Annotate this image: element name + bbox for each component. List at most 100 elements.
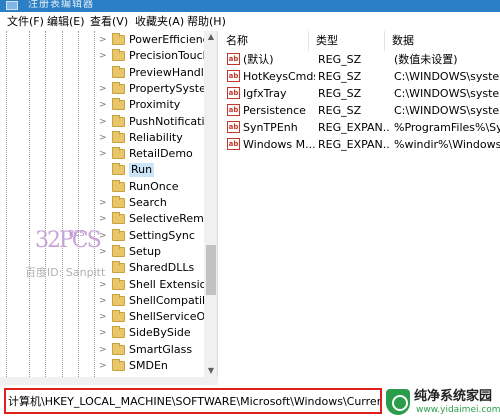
menu-favorites[interactable]: 收藏夹(A)	[135, 15, 184, 28]
folder-icon	[112, 359, 125, 371]
chevron-right-icon[interactable]: >	[99, 359, 109, 373]
tree-item-label: Run	[129, 163, 155, 178]
value-name: SynTPEnh	[243, 121, 298, 134]
tree-item-label: SmartGlass	[129, 342, 193, 356]
tree-item[interactable]: > PrecisionTouchP	[99, 48, 216, 64]
tree-item[interactable]: > SMDEn	[99, 358, 209, 374]
tree-guide-line	[45, 31, 46, 377]
column-header-type[interactable]: 类型	[309, 31, 385, 51]
shield-icon	[386, 389, 410, 415]
tree-item[interactable]: > SmartGlass	[99, 342, 209, 358]
tree-item[interactable]: Run	[99, 162, 209, 178]
scroll-thumb[interactable]	[206, 245, 216, 295]
value-name: Windows M...	[243, 138, 315, 151]
tree-item[interactable]: RunOnce	[99, 179, 209, 195]
tree-item[interactable]: > PushNotification	[99, 114, 217, 130]
watermark-caption: 百度ID: Sanpitt	[25, 266, 106, 279]
registry-tree[interactable]: > PowerEfficiencyD > PrecisionTouchP Preview…	[0, 31, 218, 377]
chevron-right-icon[interactable]: >	[99, 131, 109, 145]
tree-item-label: SettingSync	[129, 228, 195, 242]
registry-path: 计算机\HKEY_LOCAL_MACHINE\SOFTWARE\Microsof…	[8, 395, 380, 408]
scroll-down-arrow-icon[interactable]: ▼	[204, 365, 217, 377]
tree-item[interactable]: SharedDLLs	[99, 260, 209, 276]
value-row[interactable]: ab SynTPEnh REG_EXPAN... %ProgramFiles%\Syn	[219, 119, 500, 136]
menu-bar: 文件(F) 编辑(E) 查看(V) 收藏夹(A) 帮助(H)	[0, 12, 500, 31]
title-bar: 注册表编辑器	[0, 0, 500, 12]
folder-icon	[112, 228, 125, 241]
folder-icon	[112, 196, 125, 208]
value-name: IgfxTray	[243, 87, 287, 100]
folder-icon	[112, 65, 125, 78]
tree-item[interactable]: > Reliability	[99, 130, 209, 146]
folder-icon	[112, 293, 125, 306]
watermark-brand: 纯净系统家园 www.yidaimei.com	[384, 387, 500, 418]
tree-vertical-scrollbar[interactable]: ▲ ▼	[204, 31, 217, 377]
column-header-data[interactable]: 数据	[385, 31, 500, 51]
regedit-app-icon	[6, 1, 18, 10]
watermark-brand-name: 纯净系统家园	[414, 389, 493, 404]
folder-icon	[112, 179, 125, 192]
menu-help[interactable]: 帮助(H)	[187, 15, 226, 28]
tree-item-label: RetailDemo	[129, 147, 193, 161]
tree-item[interactable]: > PropertySystem	[99, 81, 217, 97]
tree-item[interactable]: PreviewHandlers	[99, 65, 217, 81]
chevron-right-icon[interactable]: >	[99, 115, 109, 129]
menu-file[interactable]: 文件(F)	[7, 15, 44, 28]
folder-icon	[112, 277, 125, 290]
chevron-right-icon[interactable]: >	[99, 212, 109, 226]
value-row[interactable]: abPersistence REG_SZ C:\WINDOWS\system32	[219, 102, 500, 119]
menu-view[interactable]: 查看(V)	[90, 15, 128, 28]
value-name: HotKeysCmds	[243, 70, 315, 83]
window-title: 注册表编辑器	[28, 0, 94, 10]
chevron-right-icon[interactable]: >	[99, 343, 109, 357]
tree-item[interactable]: > SettingSync	[99, 228, 209, 244]
column-header-name[interactable]: 名称	[219, 31, 309, 51]
chevron-right-icon[interactable]: >	[99, 82, 109, 96]
watermark-logo-small-text: PCS	[69, 229, 85, 238]
tree-item[interactable]: > ShellServiceObje	[99, 309, 217, 325]
tree-item[interactable]: > SelectiveRemote	[99, 211, 217, 227]
value-row[interactable]: ab Windows M... REG_EXPAN... %windir%\Windo…	[219, 136, 500, 153]
string-value-icon: ab	[227, 53, 240, 65]
tree-item-label: RunOnce	[129, 179, 179, 193]
tree-item[interactable]: > Proximity	[99, 97, 209, 113]
tree-item[interactable]: > Shell Extensions	[99, 277, 217, 293]
value-row[interactable]: abHotKeysCmdsREG_SZ C:\WINDOWS\system32	[219, 68, 500, 85]
value-row[interactable]: ab (默认) REG_SZ (数值未设置)	[219, 51, 500, 68]
tree-item[interactable]: > SideBySide	[99, 325, 209, 341]
chevron-right-icon[interactable]: >	[99, 147, 109, 161]
menu-edit[interactable]: 编辑(E)	[47, 15, 85, 28]
scroll-up-arrow-icon[interactable]: ▲	[204, 31, 217, 43]
tree-guide-line	[29, 31, 30, 377]
folder-icon	[112, 114, 125, 127]
tree-horizontal-scrollbar[interactable]	[0, 377, 218, 385]
tree-item[interactable]: > ShellCompatibili	[99, 293, 217, 309]
chevron-right-icon[interactable]: >	[99, 310, 109, 324]
string-value-icon: ab	[227, 121, 240, 133]
tree-item[interactable]: > Search	[99, 195, 209, 211]
folder-icon	[112, 33, 125, 45]
chevron-right-icon[interactable]: >	[99, 294, 109, 308]
value-data: %ProgramFiles%\Syn	[394, 121, 500, 134]
chevron-right-icon[interactable]: >	[99, 326, 109, 340]
folder-icon	[112, 326, 125, 339]
tree-item[interactable]: > RetailDemo	[99, 146, 209, 162]
tree-guide-line	[6, 31, 7, 377]
string-value-icon: ab	[227, 70, 240, 82]
value-type: REG_EXPAN...	[318, 138, 390, 151]
value-type: REG_SZ	[318, 104, 362, 117]
registry-values-list[interactable]: 名称 类型 数据 ab (默认) REG_SZ (数值未设置) ab HotKeysCmd…	[219, 31, 500, 377]
watermark-brand-url: www.yidaimei.com	[416, 405, 500, 415]
chevron-right-icon[interactable]: >	[99, 49, 109, 63]
tree-item[interactable]: > PowerEfficiencyD	[99, 32, 217, 48]
folder-icon	[112, 342, 125, 355]
string-value-icon: ab	[227, 87, 240, 99]
chevron-right-icon[interactable]: >	[99, 33, 109, 47]
tree-item-label: Proximity	[129, 98, 181, 112]
tree-item-label: SideBySide	[129, 326, 191, 340]
tree-item[interactable]: > Setup	[99, 244, 209, 260]
chevron-right-icon[interactable]: >	[99, 98, 109, 112]
chevron-right-icon[interactable]: >	[99, 196, 109, 210]
value-row[interactable]: abIgfxTray REG_SZ C:\WINDOWS\system32	[219, 85, 500, 102]
folder-icon	[112, 98, 125, 111]
